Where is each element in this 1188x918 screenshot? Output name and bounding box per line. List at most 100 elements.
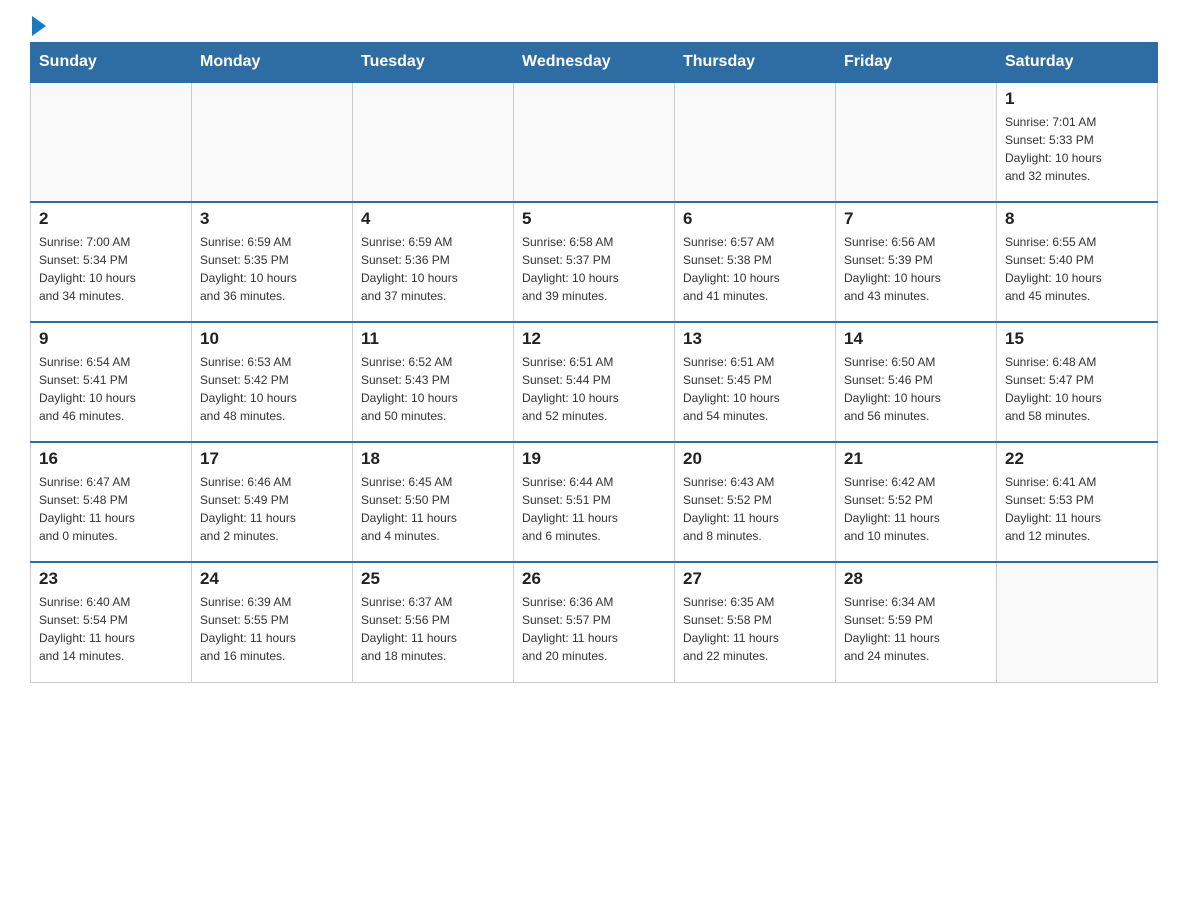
day-number: 19 <box>522 449 666 469</box>
calendar-week-row: 16 Sunrise: 6:47 AM Sunset: 5:48 PM Dayli… <box>31 442 1158 562</box>
calendar-cell <box>514 82 675 202</box>
day-info: Sunrise: 7:00 AM Sunset: 5:34 PM Dayligh… <box>39 233 183 305</box>
day-info: Sunrise: 6:50 AM Sunset: 5:46 PM Dayligh… <box>844 353 988 425</box>
day-info: Sunrise: 6:37 AM Sunset: 5:56 PM Dayligh… <box>361 593 505 665</box>
day-info: Sunrise: 7:01 AM Sunset: 5:33 PM Dayligh… <box>1005 113 1149 185</box>
calendar-cell: 18 Sunrise: 6:45 AM Sunset: 5:50 PM Dayli… <box>353 442 514 562</box>
day-number: 14 <box>844 329 988 349</box>
calendar-cell: 28 Sunrise: 6:34 AM Sunset: 5:59 PM Dayli… <box>836 562 997 682</box>
day-info: Sunrise: 6:40 AM Sunset: 5:54 PM Dayligh… <box>39 593 183 665</box>
day-info: Sunrise: 6:34 AM Sunset: 5:59 PM Dayligh… <box>844 593 988 665</box>
calendar-cell: 14 Sunrise: 6:50 AM Sunset: 5:46 PM Dayli… <box>836 322 997 442</box>
calendar-cell: 6 Sunrise: 6:57 AM Sunset: 5:38 PM Daylig… <box>675 202 836 322</box>
day-number: 6 <box>683 209 827 229</box>
day-info: Sunrise: 6:45 AM Sunset: 5:50 PM Dayligh… <box>361 473 505 545</box>
day-header-sunday: Sunday <box>31 43 192 83</box>
day-header-friday: Friday <box>836 43 997 83</box>
calendar-week-row: 23 Sunrise: 6:40 AM Sunset: 5:54 PM Dayli… <box>31 562 1158 682</box>
day-number: 12 <box>522 329 666 349</box>
day-number: 9 <box>39 329 183 349</box>
day-number: 27 <box>683 569 827 589</box>
day-number: 18 <box>361 449 505 469</box>
calendar-week-row: 2 Sunrise: 7:00 AM Sunset: 5:34 PM Daylig… <box>31 202 1158 322</box>
calendar-cell: 5 Sunrise: 6:58 AM Sunset: 5:37 PM Daylig… <box>514 202 675 322</box>
day-number: 10 <box>200 329 344 349</box>
day-info: Sunrise: 6:58 AM Sunset: 5:37 PM Dayligh… <box>522 233 666 305</box>
calendar-cell <box>353 82 514 202</box>
day-number: 2 <box>39 209 183 229</box>
day-info: Sunrise: 6:59 AM Sunset: 5:36 PM Dayligh… <box>361 233 505 305</box>
day-header-tuesday: Tuesday <box>353 43 514 83</box>
calendar-cell: 4 Sunrise: 6:59 AM Sunset: 5:36 PM Daylig… <box>353 202 514 322</box>
day-number: 17 <box>200 449 344 469</box>
calendar-cell: 26 Sunrise: 6:36 AM Sunset: 5:57 PM Dayli… <box>514 562 675 682</box>
day-info: Sunrise: 6:35 AM Sunset: 5:58 PM Dayligh… <box>683 593 827 665</box>
calendar-cell: 21Sunrise: 6:42 AM Sunset: 5:52 PM Dayli… <box>836 442 997 562</box>
calendar-cell: 2 Sunrise: 7:00 AM Sunset: 5:34 PM Daylig… <box>31 202 192 322</box>
day-number: 5 <box>522 209 666 229</box>
day-info: Sunrise: 6:46 AM Sunset: 5:49 PM Dayligh… <box>200 473 344 545</box>
day-header-saturday: Saturday <box>997 43 1158 83</box>
calendar-cell: 20 Sunrise: 6:43 AM Sunset: 5:52 PM Dayli… <box>675 442 836 562</box>
day-info: Sunrise: 6:57 AM Sunset: 5:38 PM Dayligh… <box>683 233 827 305</box>
day-number: 7 <box>844 209 988 229</box>
calendar-cell: 1 Sunrise: 7:01 AM Sunset: 5:33 PM Daylig… <box>997 82 1158 202</box>
calendar-cell: 8 Sunrise: 6:55 AM Sunset: 5:40 PM Daylig… <box>997 202 1158 322</box>
calendar-cell: 9 Sunrise: 6:54 AM Sunset: 5:41 PM Daylig… <box>31 322 192 442</box>
day-number: 1 <box>1005 89 1149 109</box>
calendar-cell <box>997 562 1158 682</box>
calendar-cell: 12 Sunrise: 6:51 AM Sunset: 5:44 PM Dayli… <box>514 322 675 442</box>
day-info: Sunrise: 6:51 AM Sunset: 5:44 PM Dayligh… <box>522 353 666 425</box>
calendar-cell: 13 Sunrise: 6:51 AM Sunset: 5:45 PM Dayli… <box>675 322 836 442</box>
day-number: 25 <box>361 569 505 589</box>
calendar-cell: 15 Sunrise: 6:48 AM Sunset: 5:47 PM Dayli… <box>997 322 1158 442</box>
day-info: Sunrise: 6:41 AM Sunset: 5:53 PM Dayligh… <box>1005 473 1149 545</box>
day-info: Sunrise: 6:48 AM Sunset: 5:47 PM Dayligh… <box>1005 353 1149 425</box>
calendar-cell: 11 Sunrise: 6:52 AM Sunset: 5:43 PM Dayli… <box>353 322 514 442</box>
day-number: 15 <box>1005 329 1149 349</box>
day-number: 3 <box>200 209 344 229</box>
calendar-cell: 10 Sunrise: 6:53 AM Sunset: 5:42 PM Dayli… <box>192 322 353 442</box>
day-number: 4 <box>361 209 505 229</box>
calendar-cell: 17 Sunrise: 6:46 AM Sunset: 5:49 PM Dayli… <box>192 442 353 562</box>
day-number: 26 <box>522 569 666 589</box>
day-header-monday: Monday <box>192 43 353 83</box>
day-number: 23 <box>39 569 183 589</box>
calendar-cell: 23 Sunrise: 6:40 AM Sunset: 5:54 PM Dayli… <box>31 562 192 682</box>
day-info: Sunrise: 6:36 AM Sunset: 5:57 PM Dayligh… <box>522 593 666 665</box>
day-info: Sunrise: 6:47 AM Sunset: 5:48 PM Dayligh… <box>39 473 183 545</box>
day-info: Sunrise: 6:52 AM Sunset: 5:43 PM Dayligh… <box>361 353 505 425</box>
day-header-wednesday: Wednesday <box>514 43 675 83</box>
day-number: 21 <box>844 449 988 469</box>
calendar-cell: 27 Sunrise: 6:35 AM Sunset: 5:58 PM Dayli… <box>675 562 836 682</box>
logo-arrow-icon <box>32 16 46 36</box>
day-number: 8 <box>1005 209 1149 229</box>
calendar-cell: 16 Sunrise: 6:47 AM Sunset: 5:48 PM Dayli… <box>31 442 192 562</box>
page-header <box>30 20 1158 32</box>
day-number: 11 <box>361 329 505 349</box>
day-header-thursday: Thursday <box>675 43 836 83</box>
day-info: Sunrise: 6:56 AM Sunset: 5:39 PM Dayligh… <box>844 233 988 305</box>
day-info: Sunrise: 6:53 AM Sunset: 5:42 PM Dayligh… <box>200 353 344 425</box>
calendar-week-row: 1 Sunrise: 7:01 AM Sunset: 5:33 PM Daylig… <box>31 82 1158 202</box>
day-info: Sunrise: 6:44 AM Sunset: 5:51 PM Dayligh… <box>522 473 666 545</box>
day-number: 22 <box>1005 449 1149 469</box>
day-info: Sunrise: 6:51 AM Sunset: 5:45 PM Dayligh… <box>683 353 827 425</box>
logo <box>30 20 46 32</box>
calendar-cell: 22 Sunrise: 6:41 AM Sunset: 5:53 PM Dayli… <box>997 442 1158 562</box>
calendar-week-row: 9 Sunrise: 6:54 AM Sunset: 5:41 PM Daylig… <box>31 322 1158 442</box>
calendar-cell <box>836 82 997 202</box>
day-number: 16 <box>39 449 183 469</box>
day-number: 13 <box>683 329 827 349</box>
calendar-cell: 7 Sunrise: 6:56 AM Sunset: 5:39 PM Daylig… <box>836 202 997 322</box>
day-info: Sunrise: 6:54 AM Sunset: 5:41 PM Dayligh… <box>39 353 183 425</box>
calendar-cell: 24 Sunrise: 6:39 AM Sunset: 5:55 PM Dayli… <box>192 562 353 682</box>
day-info: Sunrise: 6:39 AM Sunset: 5:55 PM Dayligh… <box>200 593 344 665</box>
day-number: 24 <box>200 569 344 589</box>
day-info: Sunrise: 6:43 AM Sunset: 5:52 PM Dayligh… <box>683 473 827 545</box>
day-number: 28 <box>844 569 988 589</box>
calendar-cell <box>675 82 836 202</box>
calendar-header-row: SundayMondayTuesdayWednesdayThursdayFrid… <box>31 43 1158 83</box>
day-info: Sunrise: 6:55 AM Sunset: 5:40 PM Dayligh… <box>1005 233 1149 305</box>
day-number: 20 <box>683 449 827 469</box>
